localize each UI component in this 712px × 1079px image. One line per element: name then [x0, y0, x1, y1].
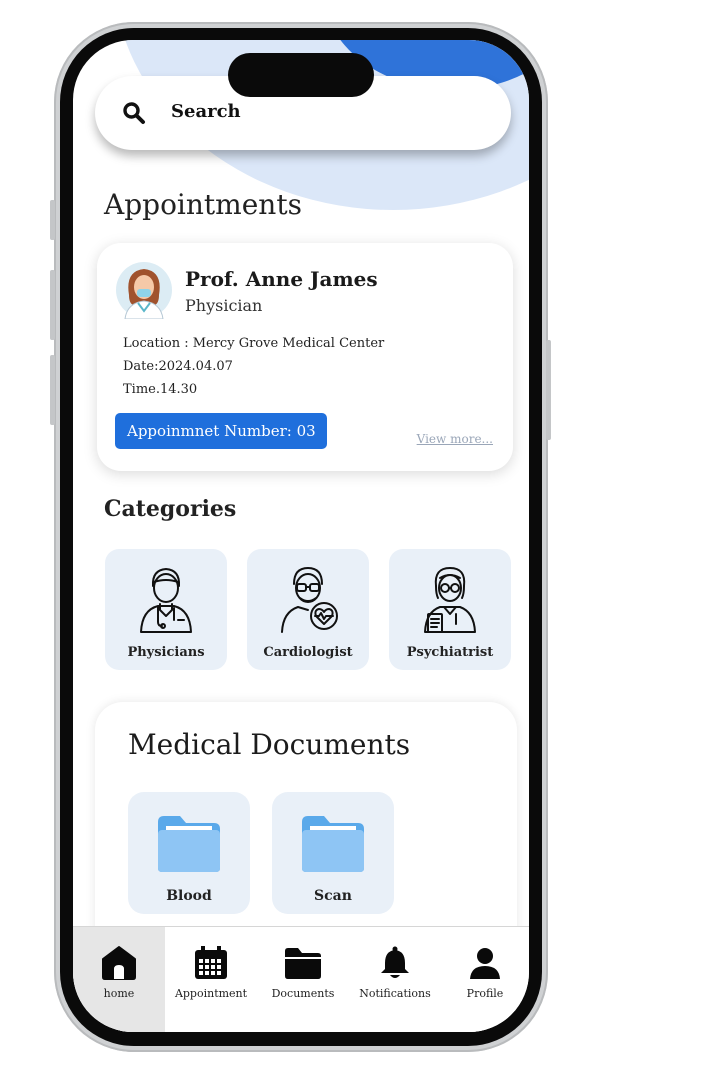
nav-label: Appointment — [174, 987, 248, 1000]
calendar-icon — [195, 946, 227, 979]
dynamic-island — [228, 53, 374, 97]
nav-label: Notifications — [359, 987, 431, 1000]
phone-side-button — [50, 270, 55, 340]
categories-heading: Categories — [104, 496, 237, 522]
category-label: Psychiatrist — [406, 645, 494, 660]
document-scan[interactable]: Scan — [272, 792, 394, 914]
category-cardiologist[interactable]: Cardiologist — [247, 549, 369, 670]
user-icon — [470, 948, 500, 979]
nav-home[interactable]: home — [73, 927, 165, 1032]
bottom-navigation: home Appointment Documents Notifications… — [73, 926, 529, 1032]
nav-label: Documents — [271, 987, 335, 1000]
home-icon — [102, 946, 136, 980]
nav-label: Profile — [466, 987, 504, 1000]
doctor-name: Prof. Anne James — [185, 267, 378, 291]
folder-icon — [302, 816, 364, 872]
appointment-card[interactable]: Prof. Anne James Physician Location : Me… — [97, 243, 513, 471]
nav-label: home — [103, 987, 135, 1000]
appointment-location: Location : Mercy Grove Medical Center — [123, 336, 385, 351]
appointments-heading: Appointments — [104, 188, 302, 221]
doctor-icon — [140, 568, 192, 633]
appointment-number-badge: Appoinmnet Number: 03 — [115, 413, 327, 449]
doctor-avatar — [116, 262, 172, 319]
search-icon — [123, 102, 145, 124]
nav-documents[interactable]: Documents — [257, 927, 349, 1032]
category-label: Physicians — [127, 645, 205, 660]
medical-documents-heading: Medical Documents — [128, 728, 411, 761]
category-psychiatrist[interactable]: Psychiatrist — [389, 549, 511, 670]
category-label: Cardiologist — [263, 645, 353, 660]
folder-icon — [158, 816, 220, 872]
appointment-date: Date:2024.04.07 — [123, 359, 233, 374]
folder-icon — [285, 948, 321, 979]
phone-side-button — [50, 200, 55, 240]
view-more-link[interactable]: View more... — [417, 432, 493, 446]
document-blood[interactable]: Blood — [128, 792, 250, 914]
bell-icon — [381, 946, 409, 978]
doctor-role: Physician — [185, 296, 263, 315]
document-label: Scan — [314, 888, 352, 904]
nav-appointment[interactable]: Appointment — [165, 927, 257, 1032]
search-input[interactable]: Search — [171, 101, 241, 122]
cardiologist-icon — [281, 567, 338, 633]
category-physicians[interactable]: Physicians — [105, 549, 227, 670]
nav-notifications[interactable]: Notifications — [349, 927, 441, 1032]
appointment-time: Time.14.30 — [123, 382, 198, 397]
phone-side-button — [546, 340, 551, 440]
phone-side-button — [50, 355, 55, 425]
phone-screen: Search Appointments Prof. Anne James Phy… — [73, 40, 529, 1032]
document-label: Blood — [166, 888, 212, 904]
nav-profile[interactable]: Profile — [441, 927, 529, 1032]
psychiatrist-icon — [424, 567, 476, 633]
